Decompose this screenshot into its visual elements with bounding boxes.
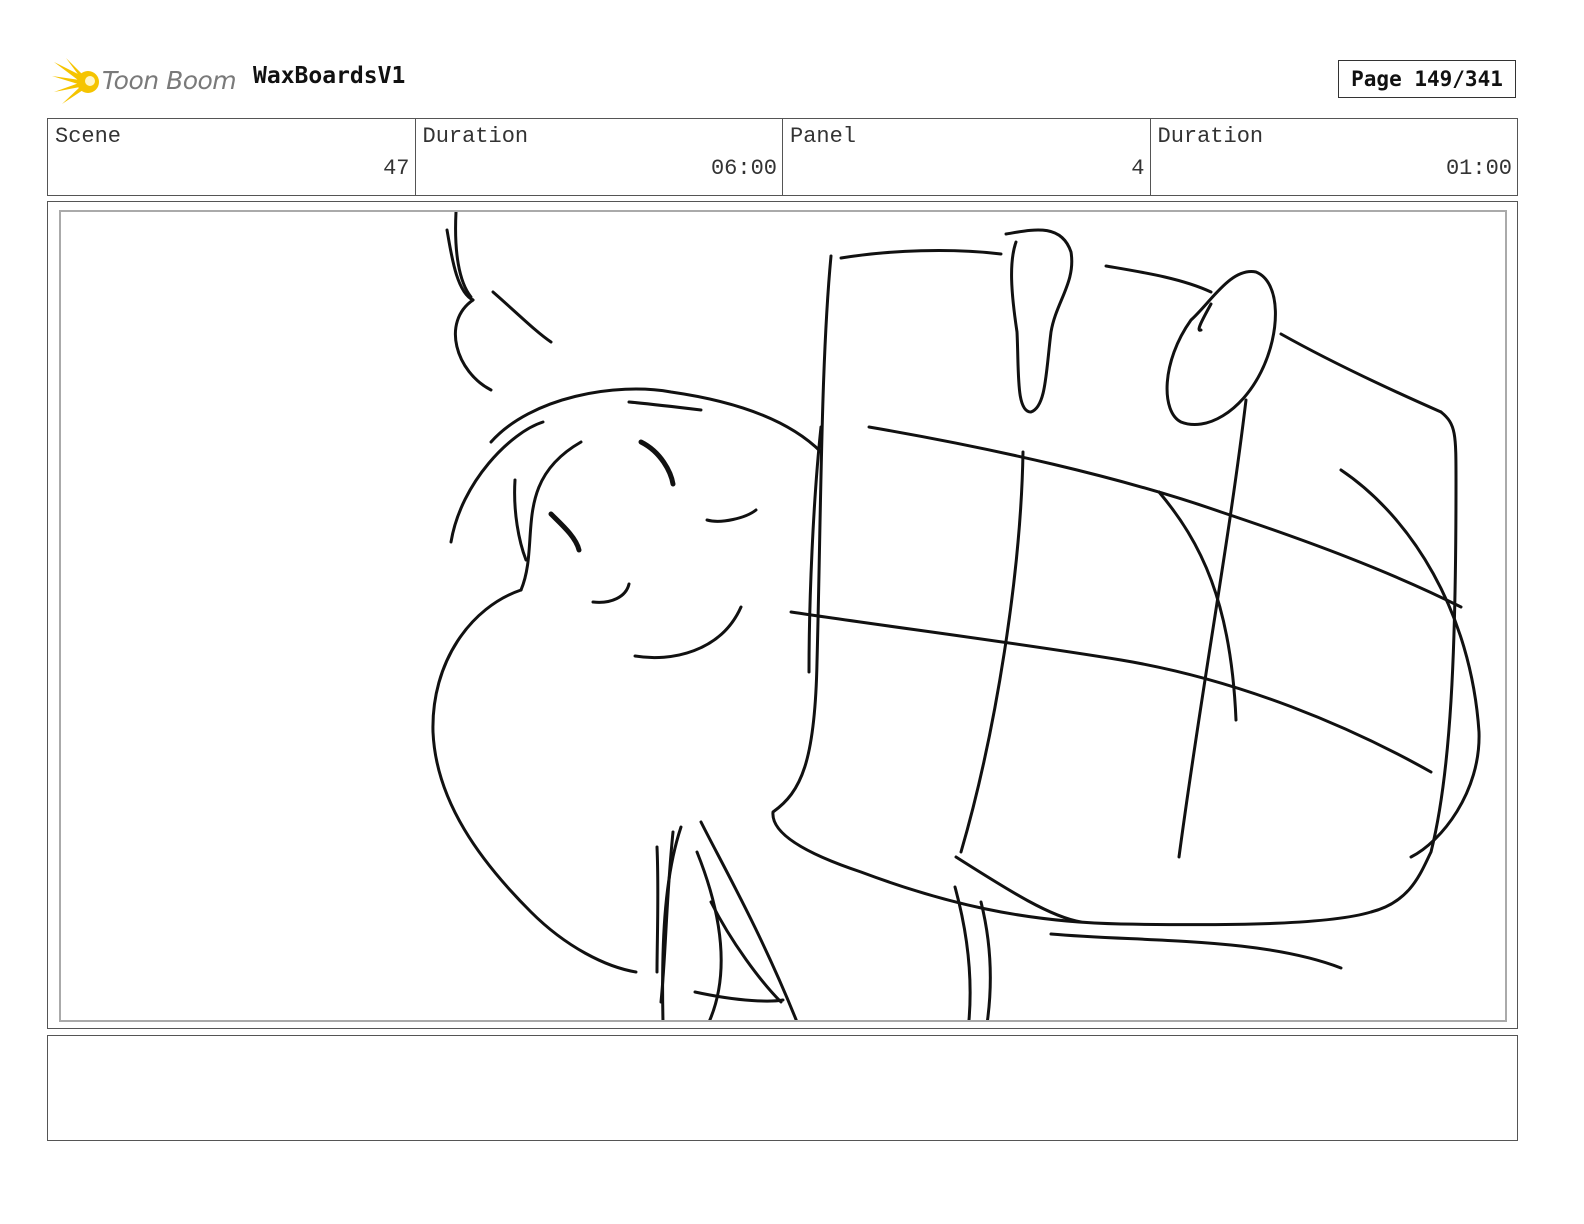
panel-cell: Panel 4	[783, 119, 1151, 195]
panel-duration-cell: Duration 01:00	[1151, 119, 1518, 195]
panel-duration-value: 01:00	[1445, 156, 1512, 181]
scene-cell: Scene 47	[48, 119, 416, 195]
logo-text: Toon Boom	[102, 66, 237, 95]
info-table: Scene 47 Duration 06:00 Panel 4 Duration…	[47, 118, 1518, 196]
project-title: WaxBoardsV1	[253, 63, 406, 89]
scene-duration-label: Duration	[422, 124, 529, 149]
panel-label: Panel	[790, 124, 857, 149]
notes-box	[47, 1035, 1518, 1141]
scene-duration-value: 06:00	[710, 156, 777, 181]
starburst-icon	[52, 58, 99, 104]
scene-label: Scene	[55, 124, 122, 149]
sketch-drawing	[431, 212, 1481, 1020]
page-number: Page 149/341	[1338, 60, 1516, 98]
scene-value: 47	[383, 156, 410, 181]
toon-boom-logo: Toon Boom	[52, 56, 242, 106]
panel-value: 4	[1131, 156, 1145, 181]
panel-image	[59, 210, 1507, 1022]
panel-frame	[47, 201, 1518, 1029]
scene-duration-cell: Duration 06:00	[416, 119, 783, 195]
panel-duration-label: Duration	[1157, 124, 1264, 149]
